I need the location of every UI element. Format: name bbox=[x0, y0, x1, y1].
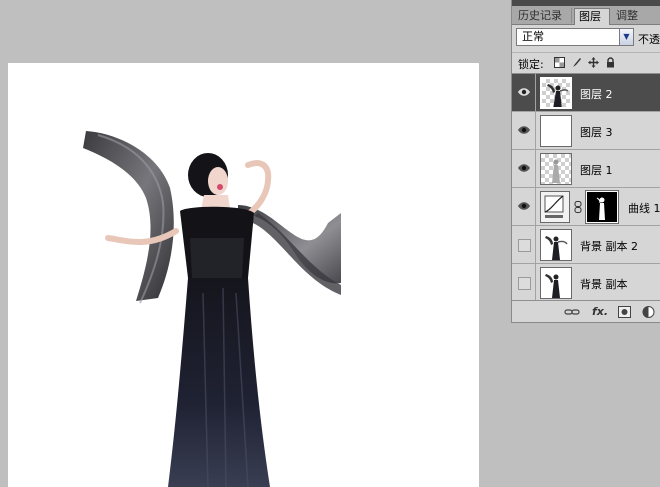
mask-figure-icon bbox=[596, 197, 605, 220]
layer-row-background-copy-2[interactable]: 背景 副本 2 bbox=[512, 226, 660, 264]
eye-icon bbox=[518, 202, 530, 210]
visibility-off-box bbox=[518, 277, 531, 290]
layer-thumbnail bbox=[540, 77, 572, 109]
visibility-toggle[interactable] bbox=[512, 112, 536, 149]
chain-link-icon[interactable] bbox=[574, 201, 582, 213]
curves-adjustment-icon bbox=[540, 191, 570, 223]
figure-silhouette-icon bbox=[552, 159, 560, 183]
visibility-toggle[interactable] bbox=[512, 264, 536, 300]
layer-thumbnail bbox=[540, 153, 572, 185]
blend-mode-value: 正常 bbox=[522, 30, 544, 43]
visibility-off-box bbox=[518, 239, 531, 252]
lock-image-pixels-icon[interactable] bbox=[571, 57, 582, 68]
layer-thumbnail bbox=[540, 115, 572, 147]
eye-icon bbox=[518, 88, 530, 96]
lock-transparent-pixels-icon[interactable] bbox=[554, 57, 565, 68]
adjustment-icon[interactable] bbox=[642, 306, 655, 318]
figure-thumbnail-icon bbox=[545, 236, 568, 260]
opacity-label: 不透 bbox=[638, 33, 660, 46]
layer-name[interactable]: 背景 副本 bbox=[580, 276, 628, 292]
fx-icon[interactable]: fx. bbox=[592, 306, 608, 318]
document-canvas[interactable] bbox=[8, 63, 479, 487]
layers-panel-footer: fx. bbox=[512, 300, 660, 322]
mask-icon[interactable] bbox=[618, 306, 631, 318]
tab-history[interactable]: 历史记录 bbox=[514, 8, 572, 23]
layer-row-layer-2[interactable]: 图层 2 bbox=[512, 74, 660, 112]
link-icon[interactable] bbox=[564, 306, 580, 318]
layer-row-layer-3[interactable]: 图层 3 bbox=[512, 112, 660, 150]
layer-name[interactable]: 背景 副本 2 bbox=[580, 238, 638, 254]
tab-layers[interactable]: 图层 bbox=[574, 8, 610, 25]
eye-icon bbox=[518, 126, 530, 134]
layer-row-background-copy[interactable]: 背景 副本 bbox=[512, 264, 660, 300]
layer-name[interactable]: 图层 1 bbox=[580, 162, 613, 178]
tab-adjustments[interactable]: 调整 bbox=[612, 8, 660, 23]
layers-list: 图层 2 图层 3 图层 1 曲线 1 背景 副本 2 背景 副本 bbox=[512, 74, 660, 300]
figure-thumbnail-icon bbox=[545, 274, 560, 298]
lock-position-icon[interactable] bbox=[588, 57, 599, 68]
chevron-down-icon[interactable]: ▼ bbox=[619, 29, 633, 45]
workspace bbox=[0, 0, 510, 487]
layer-row-layer-1[interactable]: 图层 1 bbox=[512, 150, 660, 188]
eye-icon bbox=[518, 164, 530, 172]
canvas-artwork bbox=[83, 131, 341, 487]
blend-mode-bar: 正常 ▼ 不透 bbox=[512, 25, 660, 51]
panel-tabs: 历史记录 图层 调整 bbox=[512, 6, 660, 25]
visibility-toggle[interactable] bbox=[512, 226, 536, 263]
layer-mask-thumbnail[interactable] bbox=[585, 190, 619, 224]
lock-bar: 锁定: bbox=[512, 52, 660, 74]
layer-name[interactable]: 图层 3 bbox=[580, 124, 613, 140]
blend-mode-select[interactable]: 正常 ▼ bbox=[516, 28, 634, 46]
layer-name[interactable]: 曲线 1 bbox=[628, 200, 660, 216]
layer-thumbnail bbox=[540, 229, 572, 261]
figure-thumbnail-icon bbox=[547, 84, 569, 107]
layer-row-curves-1[interactable]: 曲线 1 bbox=[512, 188, 660, 226]
layer-thumbnail bbox=[540, 267, 572, 299]
lock-label: 锁定: bbox=[518, 58, 544, 71]
visibility-toggle[interactable] bbox=[512, 74, 536, 111]
layer-name[interactable]: 图层 2 bbox=[580, 86, 613, 102]
lock-all-icon[interactable] bbox=[605, 57, 616, 68]
visibility-toggle[interactable] bbox=[512, 150, 536, 187]
visibility-toggle[interactable] bbox=[512, 188, 536, 225]
layers-panel: 历史记录 图层 调整 正常 ▼ 不透 锁定: 图层 2 图层 3 图层 1 曲线… bbox=[511, 0, 660, 323]
